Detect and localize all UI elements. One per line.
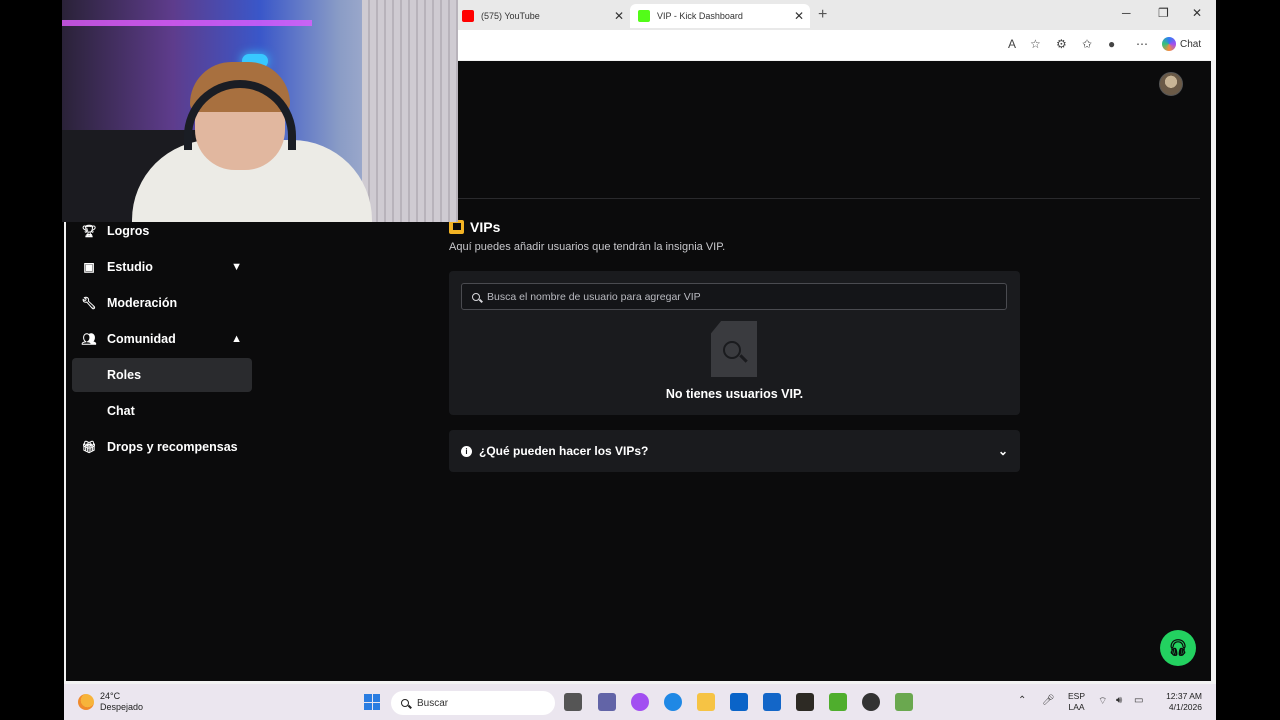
support-chat-button[interactable]: 🎧︎ xyxy=(1160,630,1196,666)
more-icon[interactable]: ⋯ xyxy=(1136,37,1148,51)
page-title-text: VIPs xyxy=(470,219,501,235)
sidebar-item-label: Comunidad xyxy=(107,332,176,346)
search-placeholder: Busca el nombre de usuario para agregar … xyxy=(487,290,701,303)
sidebar-item-label: Estudio xyxy=(107,260,153,274)
file-explorer-icon[interactable] xyxy=(697,693,715,711)
chevron-down-icon: ⌄ xyxy=(997,444,1008,458)
copilot-icon xyxy=(1162,37,1176,51)
weather-desc: Despejado xyxy=(100,702,144,712)
copilot-app-icon[interactable] xyxy=(631,693,649,711)
close-icon[interactable]: ✕ xyxy=(794,9,804,23)
taskbar-search[interactable]: Buscar xyxy=(391,691,555,715)
empty-document-search-icon xyxy=(711,321,757,377)
store-icon[interactable] xyxy=(763,693,781,711)
edge-icon[interactable] xyxy=(664,693,682,711)
tab-kick-dashboard[interactable]: VIP - Kick Dashboard ✕ xyxy=(630,4,810,28)
sidebar-item-label: Drops y recompensas xyxy=(107,440,238,454)
read-aloud-icon[interactable]: A xyxy=(1008,37,1016,51)
sidebar-item-label: Logros xyxy=(107,224,150,238)
outlook-icon[interactable] xyxy=(730,693,748,711)
chat-label: Chat xyxy=(1180,38,1202,50)
wrench-icon: 🔧︎ xyxy=(81,296,97,310)
weather-temp: 24°C xyxy=(100,691,121,701)
studio-icon: ▣ xyxy=(83,260,95,274)
sidebar-item-roles[interactable]: Roles xyxy=(72,358,252,392)
tab-youtube[interactable]: (575) YouTube ✕ xyxy=(454,4,630,28)
taskbar-search-label: Buscar xyxy=(417,697,449,709)
empty-state-text: No tienes usuarios VIP. xyxy=(665,387,804,401)
vip-badge-icon xyxy=(449,220,464,234)
info-icon: i xyxy=(461,445,472,457)
community-icon: 👥︎ xyxy=(81,332,97,346)
task-view-icon[interactable] xyxy=(564,693,582,711)
vip-search-input[interactable]: Busca el nombre de usuario para agregar … xyxy=(461,283,1007,310)
youtube-favicon-icon xyxy=(462,10,474,22)
microphone-icon[interactable]: 🎤︎ xyxy=(1042,695,1055,706)
user-avatar[interactable] xyxy=(1159,72,1183,96)
sidebar-item-comunidad[interactable]: 👥︎ Comunidad ▲ xyxy=(72,322,252,356)
chevron-up-icon[interactable]: ⌃ xyxy=(1018,695,1026,706)
sidebar-item-drops[interactable]: 🎁︎ Drops y recompensas xyxy=(72,430,252,464)
weather-sun-icon xyxy=(78,694,94,710)
language-indicator[interactable]: ESP LAA xyxy=(1068,691,1085,713)
new-tab-icon[interactable]: + xyxy=(818,6,827,24)
language-code: ESP xyxy=(1068,691,1086,701)
header-divider xyxy=(446,198,1200,199)
volume-icon[interactable]: 🔊︎ xyxy=(1116,695,1122,706)
clock-time: 12:37 AM xyxy=(1166,691,1202,701)
profile-icon[interactable]: ● xyxy=(1108,37,1115,51)
weather-widget[interactable]: 24°C Despejado xyxy=(78,691,143,713)
favorite-star-icon[interactable]: ☆ xyxy=(1030,37,1041,51)
restore-icon[interactable]: ❐ xyxy=(1158,6,1169,20)
sidebar-item-estudio[interactable]: ▣ Estudio ▼ xyxy=(72,250,252,284)
webcam-overlay xyxy=(62,0,458,222)
tab-label: (575) YouTube xyxy=(481,11,540,21)
layout-code: LAA xyxy=(1068,702,1085,712)
minecraft-icon[interactable] xyxy=(829,693,847,711)
clock[interactable]: 12:37 AM 4/1/2026 xyxy=(1158,691,1202,713)
sidebar-item-label: Chat xyxy=(107,404,135,418)
chevron-up-icon: ▲ xyxy=(231,333,242,345)
teams-icon[interactable] xyxy=(598,693,616,711)
gift-icon: 🎁︎ xyxy=(81,440,97,454)
vip-faq-accordion[interactable]: i ¿Qué pueden hacer los VIPs? ⌄ xyxy=(449,430,1020,472)
sidebar-item-moderacion[interactable]: 🔧︎ Moderación xyxy=(72,286,252,320)
tab-label: VIP - Kick Dashboard xyxy=(657,11,743,21)
kick-favicon-icon xyxy=(638,10,650,22)
faq-label: ¿Qué pueden hacer los VIPs? xyxy=(479,444,649,458)
headset-icon: 🎧︎ xyxy=(1167,640,1189,657)
vip-list-card: Busca el nombre de usuario para agregar … xyxy=(449,271,1020,415)
wifi-icon[interactable]: ⌔ xyxy=(1098,695,1107,708)
clock-date: 4/1/2026 xyxy=(1168,702,1202,712)
league-icon[interactable] xyxy=(796,693,814,711)
obs-icon[interactable] xyxy=(862,693,880,711)
close-icon[interactable]: ✕ xyxy=(614,9,624,23)
minimize-icon[interactable]: ─ xyxy=(1122,6,1131,20)
favorites-icon[interactable]: ✩ xyxy=(1082,37,1092,51)
sidebar-item-label: Roles xyxy=(107,368,142,382)
taskbar: 24°C Despejado Buscar ⌃ 🎤︎ ESP LAA ⌔ 🔊︎ … xyxy=(64,684,1216,720)
copilot-chat-button[interactable]: Chat xyxy=(1162,37,1201,51)
page-subtitle: Aquí puedes añadir usuarios que tendrán … xyxy=(449,241,726,253)
app-icon[interactable] xyxy=(895,693,913,711)
search-icon xyxy=(472,292,480,301)
sidebar-item-label: Moderación xyxy=(107,296,178,310)
extensions-icon[interactable]: ⚙ xyxy=(1056,37,1067,51)
windows-start-icon[interactable] xyxy=(364,694,380,710)
chevron-down-icon: ▼ xyxy=(231,261,242,273)
trophy-icon: 🏆︎ xyxy=(81,224,97,238)
battery-icon[interactable]: ▭ xyxy=(1134,695,1143,706)
sidebar-item-chat[interactable]: Chat xyxy=(72,394,252,428)
address-bar[interactable] xyxy=(458,34,998,56)
search-icon xyxy=(401,699,409,707)
window-close-icon[interactable]: ✕ xyxy=(1192,6,1202,20)
